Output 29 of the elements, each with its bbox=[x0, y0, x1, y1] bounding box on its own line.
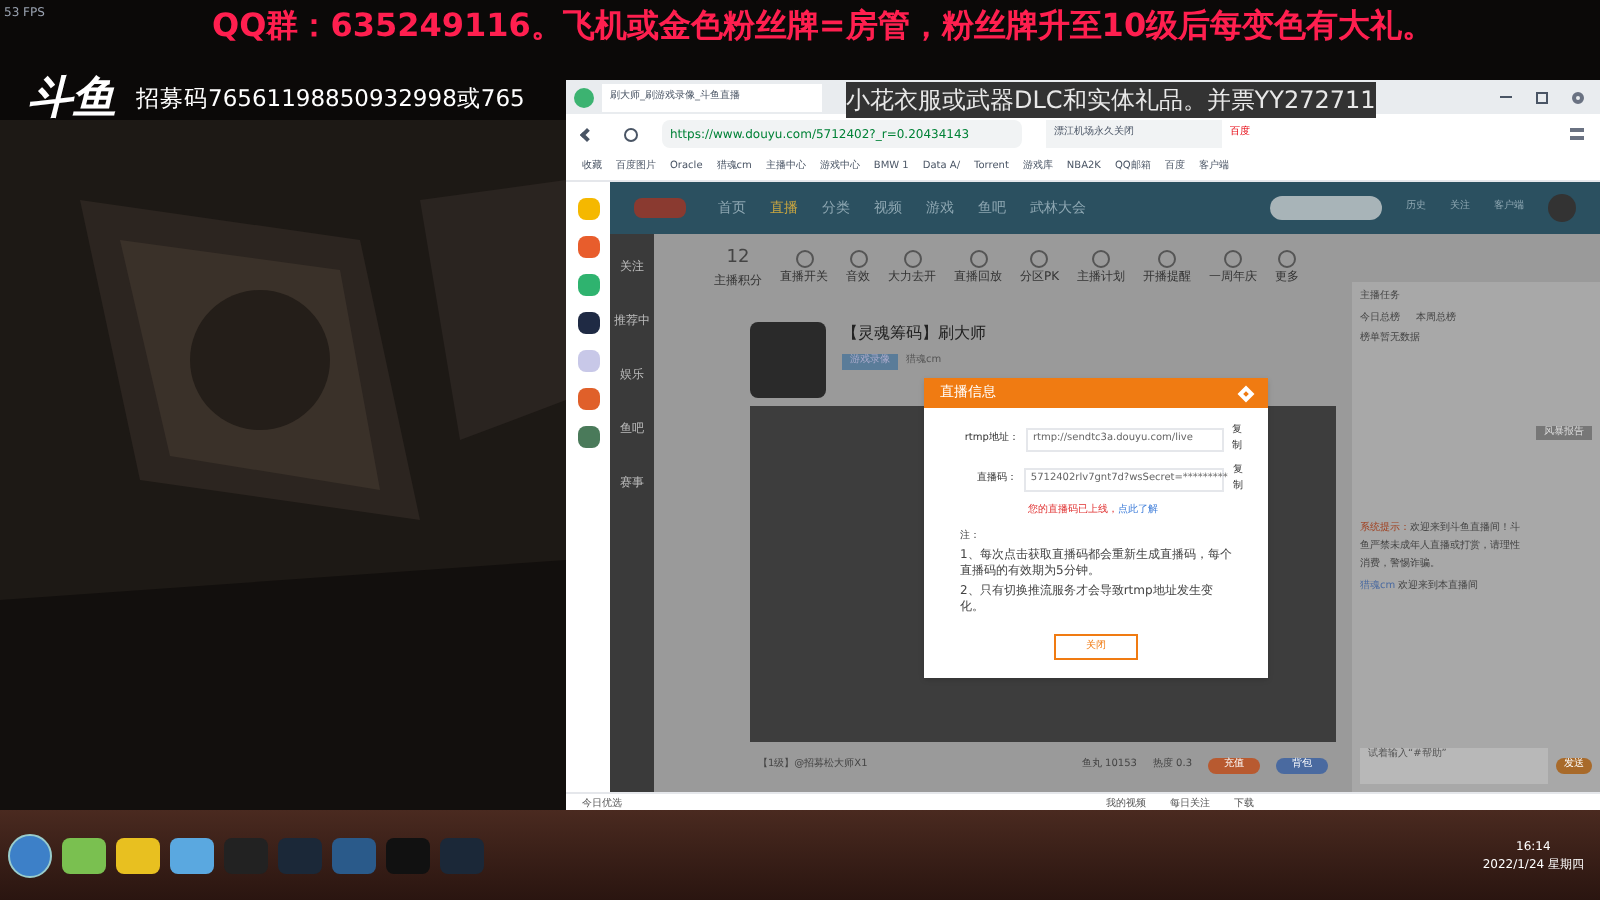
tool-icon[interactable] bbox=[1224, 250, 1243, 268]
back-icon[interactable] bbox=[579, 126, 595, 142]
tool-icon[interactable] bbox=[969, 250, 987, 268]
taskbar-app-icon[interactable] bbox=[116, 837, 160, 873]
site-search-field[interactable] bbox=[1270, 196, 1382, 220]
app-icon[interactable] bbox=[577, 312, 599, 334]
reload-icon[interactable] bbox=[624, 127, 638, 141]
avatar[interactable] bbox=[1548, 194, 1576, 222]
scroll-text: 小花衣服或武器DLC和实体礼品。并票YY272711 bbox=[846, 82, 1376, 118]
room-title: 【灵魂筹码】刷大师 bbox=[842, 322, 986, 346]
tool-icon[interactable] bbox=[1092, 250, 1111, 268]
browser-logo-icon[interactable] bbox=[574, 87, 594, 107]
logo: 斗鱼 bbox=[28, 72, 116, 128]
recruit-text: 招募码76561198850932998或765 bbox=[136, 82, 525, 116]
tool-icon[interactable] bbox=[903, 250, 921, 268]
tool-icon[interactable] bbox=[1158, 250, 1177, 268]
tool-icon[interactable] bbox=[1278, 250, 1297, 268]
site-logo-icon bbox=[634, 198, 686, 218]
tool-icon[interactable] bbox=[849, 250, 867, 268]
banner-text: QQ群：635249116。飞机或金色粉丝牌=房管，粉丝牌升至10级后每变色有大礼。 bbox=[212, 6, 1435, 46]
tool-icon[interactable] bbox=[795, 250, 813, 268]
menu-icon[interactable] bbox=[1570, 128, 1584, 140]
taskbar-app-icon[interactable] bbox=[62, 837, 106, 873]
tool-icon[interactable] bbox=[1030, 250, 1049, 268]
score-value: 12 bbox=[726, 245, 750, 272]
maximize-icon[interactable] bbox=[1536, 91, 1548, 103]
start-button[interactable] bbox=[8, 833, 52, 877]
taskbar-app-icon[interactable] bbox=[170, 837, 214, 873]
streamer-avatar bbox=[750, 322, 826, 398]
